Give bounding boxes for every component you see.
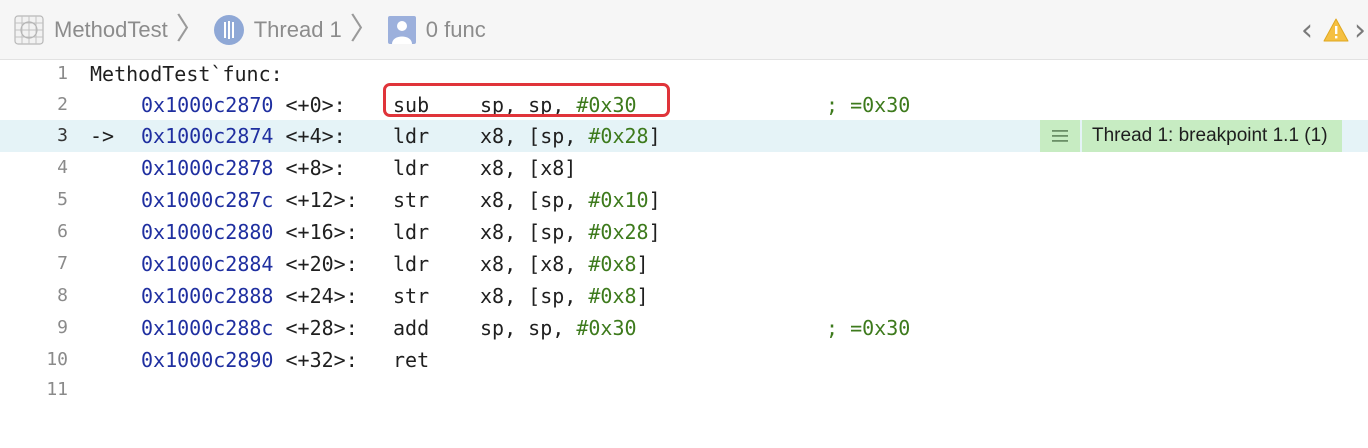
instruction-address: 0x1000c2890: [141, 348, 274, 372]
back-arrow-icon[interactable]: ‹: [1296, 0, 1318, 60]
instruction-offset: <+8>:: [285, 156, 346, 180]
line-number: 3: [57, 125, 68, 146]
breadcrumb-separator: 〉: [175, 11, 206, 47]
code-line: 5 0x1000c287c <+12>: str x8, [sp, #0x10]: [0, 184, 1368, 216]
immediate-value: #0x30: [576, 93, 637, 117]
thread-icon: [213, 14, 244, 45]
project-grid-icon: [14, 14, 44, 45]
immediate-value: #0x8: [588, 252, 637, 276]
line-number: 11: [46, 379, 68, 400]
function-label: MethodTest`func:: [90, 62, 283, 86]
instruction-address: 0x1000c2884: [141, 252, 274, 276]
instruction-offset: <+28>:: [285, 316, 358, 340]
instruction-offset: <+32>:: [285, 348, 358, 372]
instruction-mnemonic: ldr: [393, 124, 430, 148]
instruction-address: 0x1000c287c: [141, 188, 274, 212]
code-line: 1 MethodTest`func:: [0, 58, 1368, 90]
code-line: 10 0x1000c2890 <+32>: ret: [0, 344, 1368, 376]
line-number: 10: [46, 349, 68, 370]
code-line: 4 0x1000c2878 <+8>: ldr x8, [x8]: [0, 152, 1368, 184]
instruction-mnemonic: ret: [393, 348, 430, 372]
hamburger-menu-icon[interactable]: [1040, 120, 1082, 152]
line-number: 4: [57, 157, 68, 178]
line-number: 2: [57, 94, 68, 115]
instruction-mnemonic: str: [393, 188, 430, 212]
instruction-mnemonic: str: [393, 284, 430, 308]
immediate-value: #0x8: [588, 284, 637, 308]
code-line: 8 0x1000c2888 <+24>: str x8, [sp, #0x8]: [0, 280, 1368, 312]
instruction-comment: ; =0x30: [826, 316, 911, 340]
instruction-comment: ; =0x30: [826, 93, 911, 117]
instruction-operands: sp, sp,: [480, 93, 577, 117]
breadcrumb-label: Thread 1: [253, 16, 342, 42]
instruction-operands: x8, [x8,: [480, 252, 589, 276]
instruction-mnemonic: sub: [393, 93, 430, 117]
breadcrumb-thread[interactable]: Thread 1: [213, 0, 342, 60]
instruction-mnemonic: add: [393, 316, 430, 340]
instruction-mnemonic: ldr: [393, 220, 430, 244]
code-line: 7 0x1000c2884 <+20>: ldr x8, [x8, #0x8]: [0, 248, 1368, 280]
line-number: 6: [57, 221, 68, 242]
instruction-operands: x8, [sp,: [480, 124, 589, 148]
code-line: 6 0x1000c2880 <+16>: ldr x8, [sp, #0x28]: [0, 216, 1368, 248]
line-number: 7: [57, 253, 68, 274]
instruction-offset: <+4>:: [285, 124, 346, 148]
instruction-offset: <+16>:: [285, 220, 358, 244]
code-line: 11: [0, 374, 1368, 406]
code-line: 9 0x1000c288c <+28>: add sp, sp, #0x30 ;…: [0, 312, 1368, 344]
forward-arrow-icon[interactable]: ›: [1354, 0, 1368, 60]
instruction-mnemonic: ldr: [393, 156, 430, 180]
instruction-operands: x8, [sp,: [480, 188, 589, 212]
warning-triangle-icon[interactable]: [1322, 0, 1350, 60]
line-number: 8: [57, 285, 68, 306]
instruction-address: 0x1000c2870: [141, 93, 274, 117]
immediate-value: #0x10: [588, 188, 649, 212]
immediate-value: #0x30: [576, 316, 637, 340]
instruction-address: 0x1000c2888: [141, 284, 274, 308]
instruction-offset: <+20>:: [285, 252, 358, 276]
jump-bar-controls: ‹ ›: [1296, 0, 1368, 60]
breakpoint-annotation[interactable]: Thread 1: breakpoint 1.1 (1): [1040, 120, 1342, 152]
instruction-address: 0x1000c2880: [141, 220, 274, 244]
instruction-offset: <+24>:: [285, 284, 358, 308]
instruction-mnemonic: ldr: [393, 252, 430, 276]
instruction-offset: <+12>:: [285, 188, 358, 212]
breakpoint-label: Thread 1: breakpoint 1.1 (1): [1082, 120, 1342, 152]
instruction-operands-tail: ]: [648, 124, 661, 148]
stack-frame-icon: [387, 15, 416, 44]
line-number: 5: [57, 189, 68, 210]
instruction-operands-tail: ]: [636, 284, 649, 308]
instruction-address: 0x1000c288c: [141, 316, 274, 340]
instruction-operands-tail: ]: [648, 220, 661, 244]
immediate-value: #0x28: [588, 124, 649, 148]
immediate-value: #0x28: [588, 220, 649, 244]
breadcrumb-label: MethodTest: [54, 16, 168, 42]
breadcrumb-separator: 〉: [349, 11, 380, 47]
instruction-operands: sp, sp,: [480, 316, 577, 340]
instruction-operands: x8, [sp,: [480, 220, 589, 244]
instruction-offset: <+0>:: [285, 93, 346, 117]
instruction-operands: x8, [x8]: [480, 156, 577, 180]
breadcrumb-label: 0 func: [425, 16, 486, 42]
line-number: 9: [57, 317, 68, 338]
instruction-operands-tail: ]: [648, 188, 661, 212]
code-line: 2 0x1000c2870 <+0>: sub sp, sp, #0x30 ; …: [0, 89, 1368, 121]
disassembly-editor[interactable]: 1 MethodTest`func: 2 0x1000c2870 <+0>: s…: [0, 60, 1368, 448]
instruction-address: 0x1000c2874: [141, 124, 274, 148]
breadcrumb-frame[interactable]: 0 func: [387, 0, 486, 60]
jump-bar: MethodTest 〉 Thread 1 〉 0 func ‹ ›: [0, 0, 1368, 60]
instruction-operands-tail: ]: [636, 252, 649, 276]
instruction-address: 0x1000c2878: [141, 156, 274, 180]
instruction-operands: x8, [sp,: [480, 284, 589, 308]
line-number: 1: [57, 63, 68, 84]
program-counter-marker: ->: [90, 124, 115, 148]
breadcrumb-project[interactable]: MethodTest: [0, 0, 168, 60]
